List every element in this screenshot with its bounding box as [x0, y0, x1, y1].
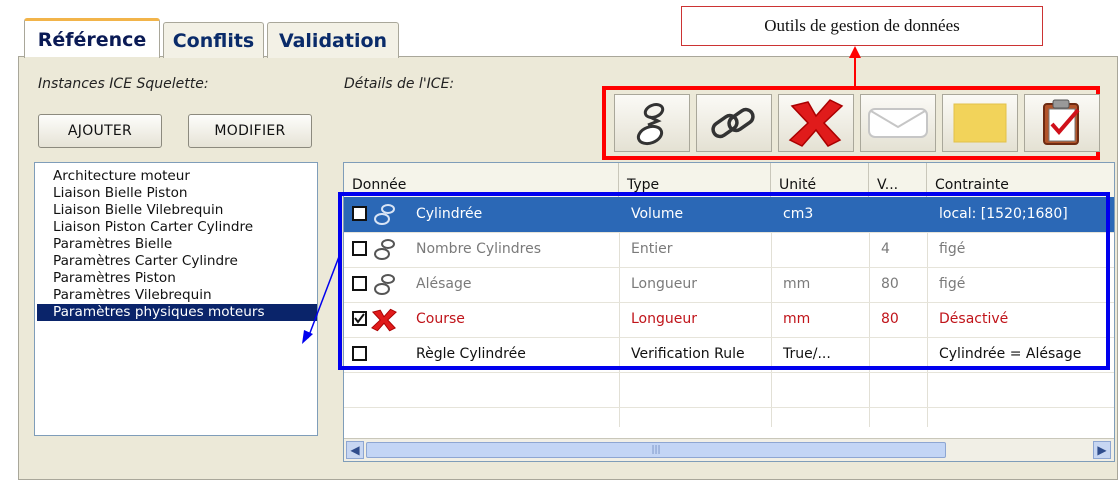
cell-constraint: Désactivé [939, 311, 1009, 327]
instances-caption: Instances ICE Squelette: [38, 76, 209, 92]
ice-details-table: Donnée Type Unité V... Contrainte Cylind… [343, 162, 1115, 462]
list-item[interactable]: Paramètres Piston [35, 270, 317, 287]
modify-button[interactable]: MODIFIER [188, 114, 312, 148]
annotation-arrow [849, 46, 861, 88]
cell-unit: True/... [783, 346, 831, 362]
list-item[interactable]: Liaison Bielle Vilebrequin [35, 202, 317, 219]
cell-name: Course [416, 311, 465, 327]
unlink-button[interactable] [614, 94, 690, 152]
cell-unit: mm [783, 276, 811, 292]
instances-list[interactable]: Architecture moteur Liaison Bielle Pisto… [34, 162, 318, 436]
cell-constraint: figé [939, 276, 966, 292]
cell-type: Longueur [631, 276, 697, 292]
scroll-right-icon[interactable]: ▶ [1093, 441, 1111, 459]
horizontal-scrollbar[interactable]: ◀ ||| ▶ [344, 438, 1114, 461]
list-item[interactable]: Paramètres Vilebrequin [35, 287, 317, 304]
chain-link-unlinked-icon [636, 103, 665, 146]
table-row[interactable]: Règle Cylindrée Verification Rule True/.… [344, 337, 1114, 373]
list-item[interactable]: Paramètres Bielle [35, 236, 317, 253]
column-header-value[interactable]: V... [869, 163, 927, 197]
cell-value: 80 [881, 311, 899, 327]
cell-constraint: Cylindrée = Alésage [939, 346, 1082, 362]
row-checkbox[interactable] [352, 276, 367, 291]
column-header-donnee[interactable]: Donnée [344, 163, 619, 197]
row-checkbox[interactable] [352, 241, 367, 256]
scroll-left-icon[interactable]: ◀ [346, 441, 364, 459]
note-button[interactable] [942, 94, 1018, 152]
cell-constraint: figé [939, 241, 966, 257]
tab-validation-label: Validation [278, 29, 388, 52]
column-header-type[interactable]: Type [619, 163, 771, 197]
tab-conflits[interactable]: Conflits [163, 22, 264, 58]
chain-link-icon [711, 107, 755, 139]
details-caption: Détails de l'ICE: [344, 76, 455, 92]
cell-unit: cm3 [783, 206, 814, 222]
tab-validation[interactable]: Validation [267, 22, 399, 58]
row-checkbox[interactable] [352, 346, 367, 361]
cell-unit: mm [783, 311, 811, 327]
envelope-icon [868, 108, 928, 138]
add-button[interactable]: AJOUTER [38, 114, 162, 148]
tab-conflits-label: Conflits [172, 29, 255, 52]
table-header: Donnée Type Unité V... Contrainte [344, 163, 1114, 198]
annotation-label: Outils de gestion de données [764, 16, 960, 35]
check-icon [354, 313, 365, 324]
list-item[interactable]: Liaison Piston Carter Cylindre [35, 219, 317, 236]
row-checkbox-checked[interactable] [352, 311, 367, 326]
cell-name: Nombre Cylindres [416, 241, 542, 257]
cell-type: Entier [631, 241, 673, 257]
data-tools-toolbar [602, 86, 1100, 160]
validate-button[interactable] [1024, 94, 1100, 152]
table-row[interactable]: Course Longueur mm 80 Désactivé [344, 302, 1114, 338]
list-item[interactable]: Liaison Bielle Piston [35, 185, 317, 202]
list-item[interactable]: Architecture moteur [35, 168, 317, 185]
delete-button[interactable] [778, 94, 854, 152]
cell-type: Longueur [631, 311, 697, 327]
list-item[interactable]: Paramètres Carter Cylindre [35, 253, 317, 270]
row-checkbox[interactable] [352, 206, 367, 221]
cell-type: Volume [631, 206, 684, 222]
modify-button-label: MODIFIER [214, 123, 286, 139]
cell-type: Verification Rule [631, 346, 745, 362]
delete-x-icon [788, 99, 844, 147]
cell-value [875, 337, 927, 372]
cell-value [875, 197, 927, 232]
column-header-contrainte[interactable]: Contrainte [927, 163, 1114, 197]
cell-name: Règle Cylindrée [416, 346, 526, 362]
link-button[interactable] [696, 94, 772, 152]
table-row[interactable]: Alésage Longueur mm 80 figé [344, 267, 1114, 303]
note-icon [953, 103, 1007, 143]
tab-reference-label: Référence [37, 28, 147, 51]
message-button[interactable] [860, 94, 936, 152]
link-status-icon [374, 274, 395, 295]
annotation-arrow-blue [302, 253, 341, 344]
delete-x-icon [371, 308, 397, 332]
tab-reference[interactable]: Référence [24, 18, 160, 60]
cell-constraint: local: [1520;1680] [939, 206, 1068, 222]
scroll-thumb[interactable]: ||| [366, 442, 946, 458]
cell-value: 4 [881, 241, 890, 257]
column-header-unite[interactable]: Unité [771, 163, 869, 197]
cell-name: Cylindrée [416, 206, 483, 222]
cell-unit [777, 232, 869, 267]
table-row[interactable]: Nombre Cylindres Entier 4 figé [344, 232, 1114, 268]
cell-name: Alésage [416, 276, 472, 292]
link-status-icon [374, 239, 395, 260]
table-row[interactable]: Cylindrée Volume cm3 local: [1520;1680] [344, 197, 1114, 233]
clipboard-check-icon [1043, 99, 1080, 145]
add-button-label: AJOUTER [67, 123, 133, 139]
table-row-empty [344, 372, 1114, 408]
link-status-icon [374, 204, 395, 225]
cell-value: 80 [881, 276, 899, 292]
annotation-callout: Outils de gestion de données [681, 6, 1043, 46]
list-item-selected[interactable]: Paramètres physiques moteurs [37, 304, 317, 321]
